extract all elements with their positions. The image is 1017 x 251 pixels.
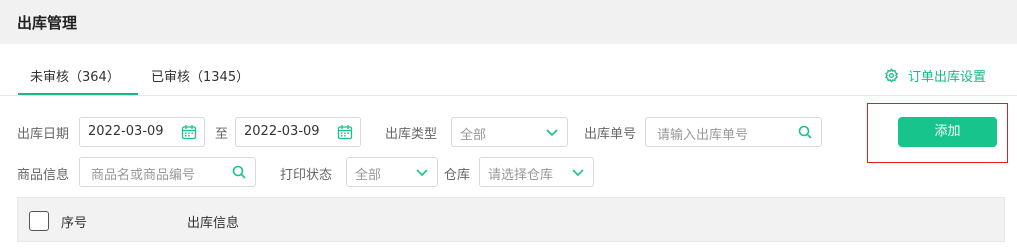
- outbound-type-select[interactable]: 全部: [451, 117, 568, 147]
- date-from-value: 2022-03-09: [88, 124, 164, 139]
- table-header: 序号 出库信息: [17, 197, 1005, 242]
- column-header-index: 序号: [61, 216, 88, 231]
- gear-icon: [884, 67, 899, 83]
- outbound-number-input[interactable]: 请输入出库单号: [645, 117, 822, 147]
- warehouse-select[interactable]: 请选择仓库: [479, 157, 594, 187]
- product-info-placeholder: 商品名或商品编号: [91, 168, 196, 183]
- date-range-separator: 至: [215, 127, 229, 142]
- product-info-label: 商品信息: [17, 168, 70, 183]
- print-status-value: 全部: [355, 168, 382, 183]
- outbound-number-placeholder: 请输入出库单号: [657, 128, 749, 143]
- calendar-icon: [337, 125, 353, 140]
- column-header-outbound-info: 出库信息: [187, 216, 240, 231]
- page-header: 出库管理: [0, 0, 1017, 44]
- search-icon: [798, 125, 812, 139]
- date-from-input[interactable]: 2022-03-09: [79, 117, 205, 147]
- date-label: 出库日期: [17, 127, 70, 142]
- warehouse-placeholder: 请选择仓库: [488, 168, 554, 183]
- calendar-icon: [181, 125, 197, 140]
- add-button[interactable]: 添加: [898, 117, 997, 147]
- outbound-number-label: 出库单号: [584, 127, 637, 142]
- page-title: 出库管理: [17, 14, 78, 32]
- search-icon: [232, 165, 246, 179]
- add-button-highlight: 添加: [867, 103, 1008, 163]
- date-to-input[interactable]: 2022-03-09: [235, 117, 361, 147]
- tab-unreviewed[interactable]: 未审核（364）: [30, 66, 120, 85]
- tab-reviewed[interactable]: 已审核（1345）: [151, 66, 249, 85]
- print-status-label: 打印状态: [280, 168, 333, 183]
- print-status-select[interactable]: 全部: [346, 157, 438, 187]
- chevron-down-icon: [572, 169, 584, 177]
- chevron-down-icon: [416, 169, 428, 177]
- tabs-divider: [0, 95, 1017, 96]
- order-outbound-settings-link[interactable]: 订单出库设置: [884, 66, 987, 85]
- outbound-type-label: 出库类型: [385, 127, 438, 142]
- settings-label: 订单出库设置: [908, 69, 987, 85]
- chevron-down-icon: [546, 129, 558, 137]
- outbound-type-value: 全部: [460, 128, 487, 143]
- select-all-checkbox[interactable]: [29, 211, 49, 231]
- warehouse-label: 仓库: [444, 168, 471, 183]
- product-info-input[interactable]: 商品名或商品编号: [79, 157, 256, 187]
- date-to-value: 2022-03-09: [244, 124, 320, 139]
